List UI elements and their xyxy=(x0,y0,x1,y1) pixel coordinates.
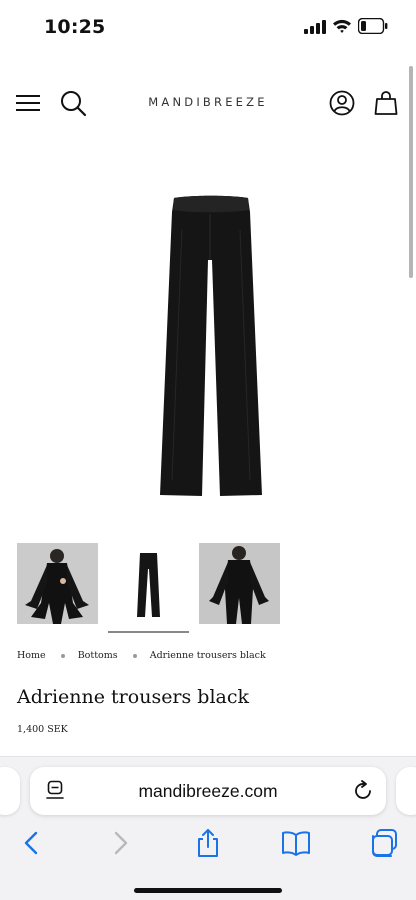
account-icon[interactable] xyxy=(329,90,355,116)
selected-thumbnail-indicator xyxy=(108,631,189,633)
address-bar[interactable]: mandibreeze.com xyxy=(30,767,386,815)
product-main-image[interactable] xyxy=(150,190,272,500)
tabs-icon[interactable] xyxy=(368,827,400,859)
breadcrumb-separator xyxy=(60,653,65,658)
breadcrumb-separator xyxy=(132,653,137,658)
previous-tab-preview[interactable] xyxy=(0,767,20,815)
status-time: 10:25 xyxy=(44,16,106,38)
reload-icon[interactable] xyxy=(352,780,374,802)
home-indicator[interactable] xyxy=(134,888,282,893)
breadcrumb: Home Bottoms Adrienne trousers black xyxy=(17,650,266,661)
breadcrumb-home[interactable]: Home xyxy=(17,650,46,661)
thumbnail-gallery xyxy=(17,543,287,637)
thumbnail-model-front[interactable] xyxy=(17,543,98,624)
browser-toolbar: mandibreeze.com xyxy=(0,756,416,900)
thumbnail-trousers-flat[interactable] xyxy=(108,543,189,624)
url-text[interactable]: mandibreeze.com xyxy=(30,781,386,802)
breadcrumb-current: Adrienne trousers black xyxy=(149,650,266,661)
product-price: 1,400 SEK xyxy=(17,724,68,735)
bookmarks-icon[interactable] xyxy=(280,827,312,859)
bag-icon[interactable] xyxy=(374,90,398,116)
wifi-icon xyxy=(333,19,351,33)
back-icon[interactable] xyxy=(16,827,48,859)
share-icon[interactable] xyxy=(192,827,224,859)
status-bar: 10:25 xyxy=(0,0,416,56)
thumbnail-model-back[interactable] xyxy=(199,543,280,624)
forward-icon[interactable] xyxy=(104,827,136,859)
cellular-signal-icon xyxy=(304,20,326,34)
battery-icon xyxy=(358,18,388,34)
site-header: MANDIBREEZE xyxy=(0,80,416,126)
breadcrumb-bottoms[interactable]: Bottoms xyxy=(78,650,118,661)
product-title: Adrienne trousers black xyxy=(17,686,250,708)
next-tab-preview[interactable] xyxy=(396,767,416,815)
